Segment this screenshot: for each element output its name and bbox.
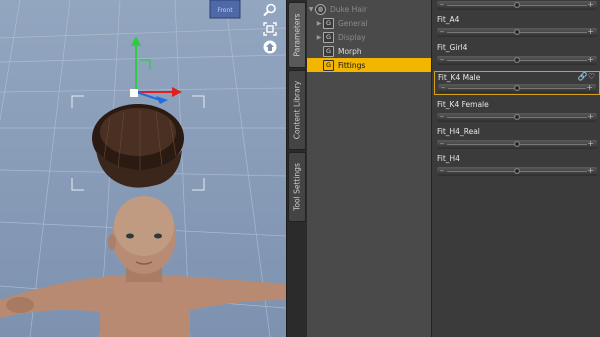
slider-plus[interactable]: + xyxy=(587,0,594,9)
expand-down-icon[interactable]: ▼ xyxy=(307,6,315,13)
tree-item-label: Fittings xyxy=(338,60,366,70)
side-tab-strip: Parameters Content Library Tool Settings xyxy=(286,0,308,337)
parameter-name: Fit_H4 xyxy=(437,154,460,163)
camera-cube-label: Front xyxy=(217,7,233,14)
slider-knob[interactable] xyxy=(514,2,520,8)
slider-knob[interactable] xyxy=(514,114,520,120)
tree-item-label: General xyxy=(338,18,368,28)
slider-plus[interactable]: + xyxy=(587,112,594,121)
slider-minus[interactable]: – xyxy=(441,83,445,92)
slider-plus[interactable]: + xyxy=(586,83,593,92)
tree-root-label: Duke Hair xyxy=(330,4,368,14)
3d-viewport[interactable]: Front xyxy=(0,0,286,337)
slider-minus[interactable]: – xyxy=(440,166,444,175)
parameter-row[interactable]: Fit_K4 Female – + xyxy=(434,99,600,123)
group-icon: G xyxy=(323,31,334,43)
frame-icon[interactable] xyxy=(262,21,278,37)
slider-knob[interactable] xyxy=(514,85,520,91)
parameter-slider[interactable]: – + xyxy=(437,112,597,122)
parameter-name: Fit_K4 Male xyxy=(438,73,481,82)
slider-plus[interactable]: + xyxy=(587,139,594,148)
group-icon: G xyxy=(323,45,334,57)
group-icon: G xyxy=(323,17,334,29)
tree-item-fittings[interactable]: G Fittings xyxy=(307,58,439,72)
slider-knob[interactable] xyxy=(514,168,520,174)
parameter-name: Fit_H4_Real xyxy=(437,127,480,136)
property-group-tree: ▼ ◍ Duke Hair ▶ G General ▶ G Display G … xyxy=(307,0,439,337)
slider-minus[interactable]: – xyxy=(440,55,444,64)
slider-minus[interactable]: – xyxy=(440,112,444,121)
parameter-row[interactable]: Fit_A4– + xyxy=(434,14,600,38)
tab-label: Parameters xyxy=(292,13,302,57)
parameter-row[interactable]: – + xyxy=(434,0,600,11)
group-icon: G xyxy=(323,59,334,71)
parameter-name: Fit_A4 xyxy=(437,15,460,24)
home-icon[interactable] xyxy=(262,39,278,55)
tree-item-display[interactable]: ▶ G Display xyxy=(307,30,439,44)
hair-model xyxy=(92,104,184,188)
slider-minus[interactable]: – xyxy=(440,0,444,9)
parameter-slider[interactable]: – + xyxy=(437,139,597,149)
parameter-slider[interactable]: – + xyxy=(438,83,596,93)
tree-root-duke-hair[interactable]: ▼ ◍ Duke Hair xyxy=(307,2,431,16)
slider-plus[interactable]: + xyxy=(587,27,594,36)
tab-label: Content Library xyxy=(292,80,302,140)
tab-tool-settings[interactable]: Tool Settings xyxy=(288,152,306,222)
parameter-row[interactable]: Fit_H4_Real – + xyxy=(434,126,600,150)
parameter-slider[interactable]: – + xyxy=(437,0,597,10)
parameter-slider[interactable]: – + xyxy=(437,27,597,37)
tab-content-library[interactable]: Content Library xyxy=(288,70,306,150)
parameter-row[interactable]: Fit_H4– + xyxy=(434,153,600,177)
magnifier-icon[interactable] xyxy=(262,2,278,18)
slider-knob[interactable] xyxy=(514,29,520,35)
tree-item-label: Display xyxy=(338,32,366,42)
slider-plus[interactable]: + xyxy=(587,55,594,64)
parameter-name: Fit_K4 Female xyxy=(437,100,489,109)
parameter-row[interactable]: Fit_Girl4– + xyxy=(434,42,600,66)
slider-knob[interactable] xyxy=(514,141,520,147)
tree-item-general[interactable]: ▶ G General xyxy=(307,16,439,30)
tab-label: Tool Settings xyxy=(292,163,302,211)
parameter-row[interactable]: Fit_K4 Male 🔗♡ – + xyxy=(434,71,600,95)
figure-node-icon: ◍ xyxy=(315,3,326,15)
parameter-slider[interactable]: – + xyxy=(437,166,597,176)
slider-minus[interactable]: – xyxy=(440,27,444,36)
slider-plus[interactable]: + xyxy=(587,166,594,175)
tree-item-label: Morph xyxy=(338,46,362,56)
character-figure xyxy=(0,196,286,337)
tab-parameters[interactable]: Parameters xyxy=(288,2,306,68)
slider-knob[interactable] xyxy=(514,57,520,63)
transform-gizmo xyxy=(130,36,182,104)
tree-item-morph[interactable]: G Morph xyxy=(307,44,439,58)
expand-right-icon[interactable]: ▶ xyxy=(315,34,323,41)
slider-minus[interactable]: – xyxy=(440,139,444,148)
parameters-list: – + Fit_A4– + Fit_Girl4– + Fit_K4 Male 🔗♡ – + Fit_… xyxy=(431,0,600,337)
ground-grid xyxy=(0,0,286,337)
link-and-favorite-icon[interactable]: 🔗♡ xyxy=(578,72,595,81)
parameter-name: Fit_Girl4 xyxy=(437,43,468,52)
camera-cube[interactable]: Front xyxy=(208,0,244,20)
expand-right-icon[interactable]: ▶ xyxy=(315,20,323,27)
parameter-slider[interactable]: – + xyxy=(437,55,597,65)
